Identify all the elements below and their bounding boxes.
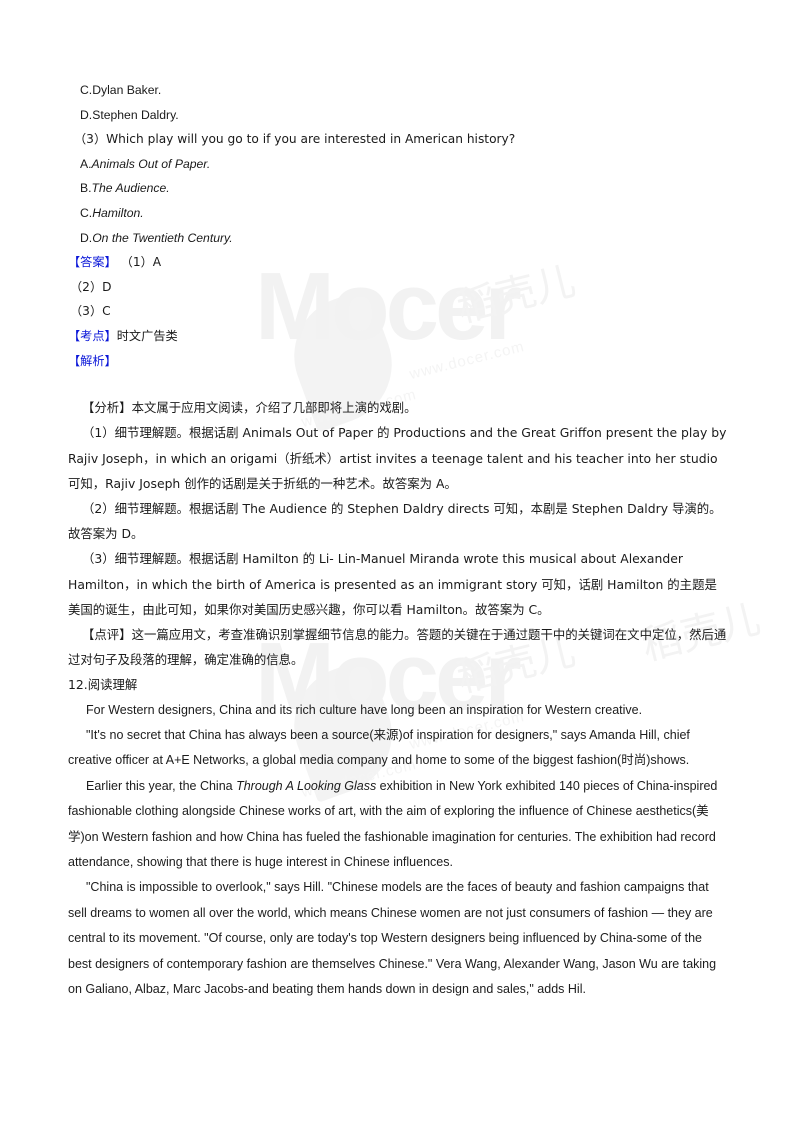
option-item: B.The Audience. [68, 176, 728, 201]
explanation-label: 【解析】 [68, 353, 117, 368]
option-title: The Audience. [91, 181, 170, 196]
question-stem: （3）Which play will you go to if you are … [74, 132, 516, 147]
answer-row: 【答案】 （1）A [68, 250, 728, 275]
answer-row: （3）C [70, 304, 111, 319]
comment-label: 【点评】 [82, 626, 132, 642]
question-title: 阅读理解 [87, 677, 138, 693]
document-content: C.Dylan Baker. D.Stephen Daldry. （3）Whic… [68, 78, 728, 1002]
option-prefix: B. [80, 181, 92, 196]
option-item: A.Animals Out of Paper. [68, 152, 728, 177]
analysis-item: （3）细节理解题。根据话剧 Hamilton 的 Li- Lin-Manuel … [68, 551, 717, 617]
passage-paragraph: "It's no secret that China has always be… [68, 727, 694, 768]
question-heading: 12.阅读理解 [68, 672, 728, 697]
analysis-intro-text: 本文属于应用文阅读，介绍了几部即将上演的戏剧。 [131, 400, 417, 416]
option-title: Hamilton. [92, 205, 144, 220]
passage-paragraph: For Western designers, China and its ric… [86, 702, 643, 717]
option-prefix: A. [80, 156, 92, 171]
option-item: D.On the Twentieth Century. [68, 226, 728, 251]
option-title: Animals Out of Paper. [91, 156, 211, 171]
analysis-label: 【分析】 [82, 400, 132, 416]
knowledge-point-row: 【考点】时文广告类 [68, 324, 728, 349]
option-item: D.Stephen Daldry. [80, 107, 179, 122]
answer-value: （1）A [126, 255, 162, 270]
option-title: On the Twentieth Century. [92, 230, 233, 245]
analysis-item: （2）细节理解题。根据话剧 The Audience 的 Stephen Dal… [68, 500, 722, 542]
option-item: C.Hamilton. [68, 201, 728, 226]
analysis-intro: 【分析】本文属于应用文阅读，介绍了几部即将上演的戏剧。 [68, 395, 728, 420]
knowledge-point-value: 时文广告类 [116, 328, 178, 343]
knowledge-point-label: 【考点】 [68, 328, 117, 343]
answer-label: 【答案】 [68, 255, 117, 270]
question-number: 12. [68, 677, 88, 693]
option-prefix: D. [80, 230, 93, 245]
passage-paragraph: Earlier this year, the China Through A L… [68, 774, 728, 876]
passage-lead: Earlier this year, the China [86, 778, 237, 793]
passage-paragraph: "China is impossible to overlook," says … [68, 880, 720, 997]
document-page: C.Dylan Baker. D.Stephen Daldry. （3）Whic… [0, 0, 794, 1123]
comment-block: 【点评】这一篇应用文，考查准确识别掌握细节信息的能力。答题的关键在于通过题干中的… [68, 622, 728, 672]
comment-text: 这一篇应用文，考查准确识别掌握细节信息的能力。答题的关键在于通过题干中的关键词在… [68, 626, 727, 668]
exhibition-title: Through A Looking Glass [236, 778, 377, 793]
option-item: C.Dylan Baker. [80, 83, 162, 97]
answer-row: （2）D [70, 279, 112, 294]
explanation-row: 【解析】 [68, 349, 728, 374]
analysis-item: （1）细节理解题。根据话剧 Animals Out of Paper 的 Pro… [68, 425, 731, 491]
option-prefix: C. [80, 205, 93, 220]
